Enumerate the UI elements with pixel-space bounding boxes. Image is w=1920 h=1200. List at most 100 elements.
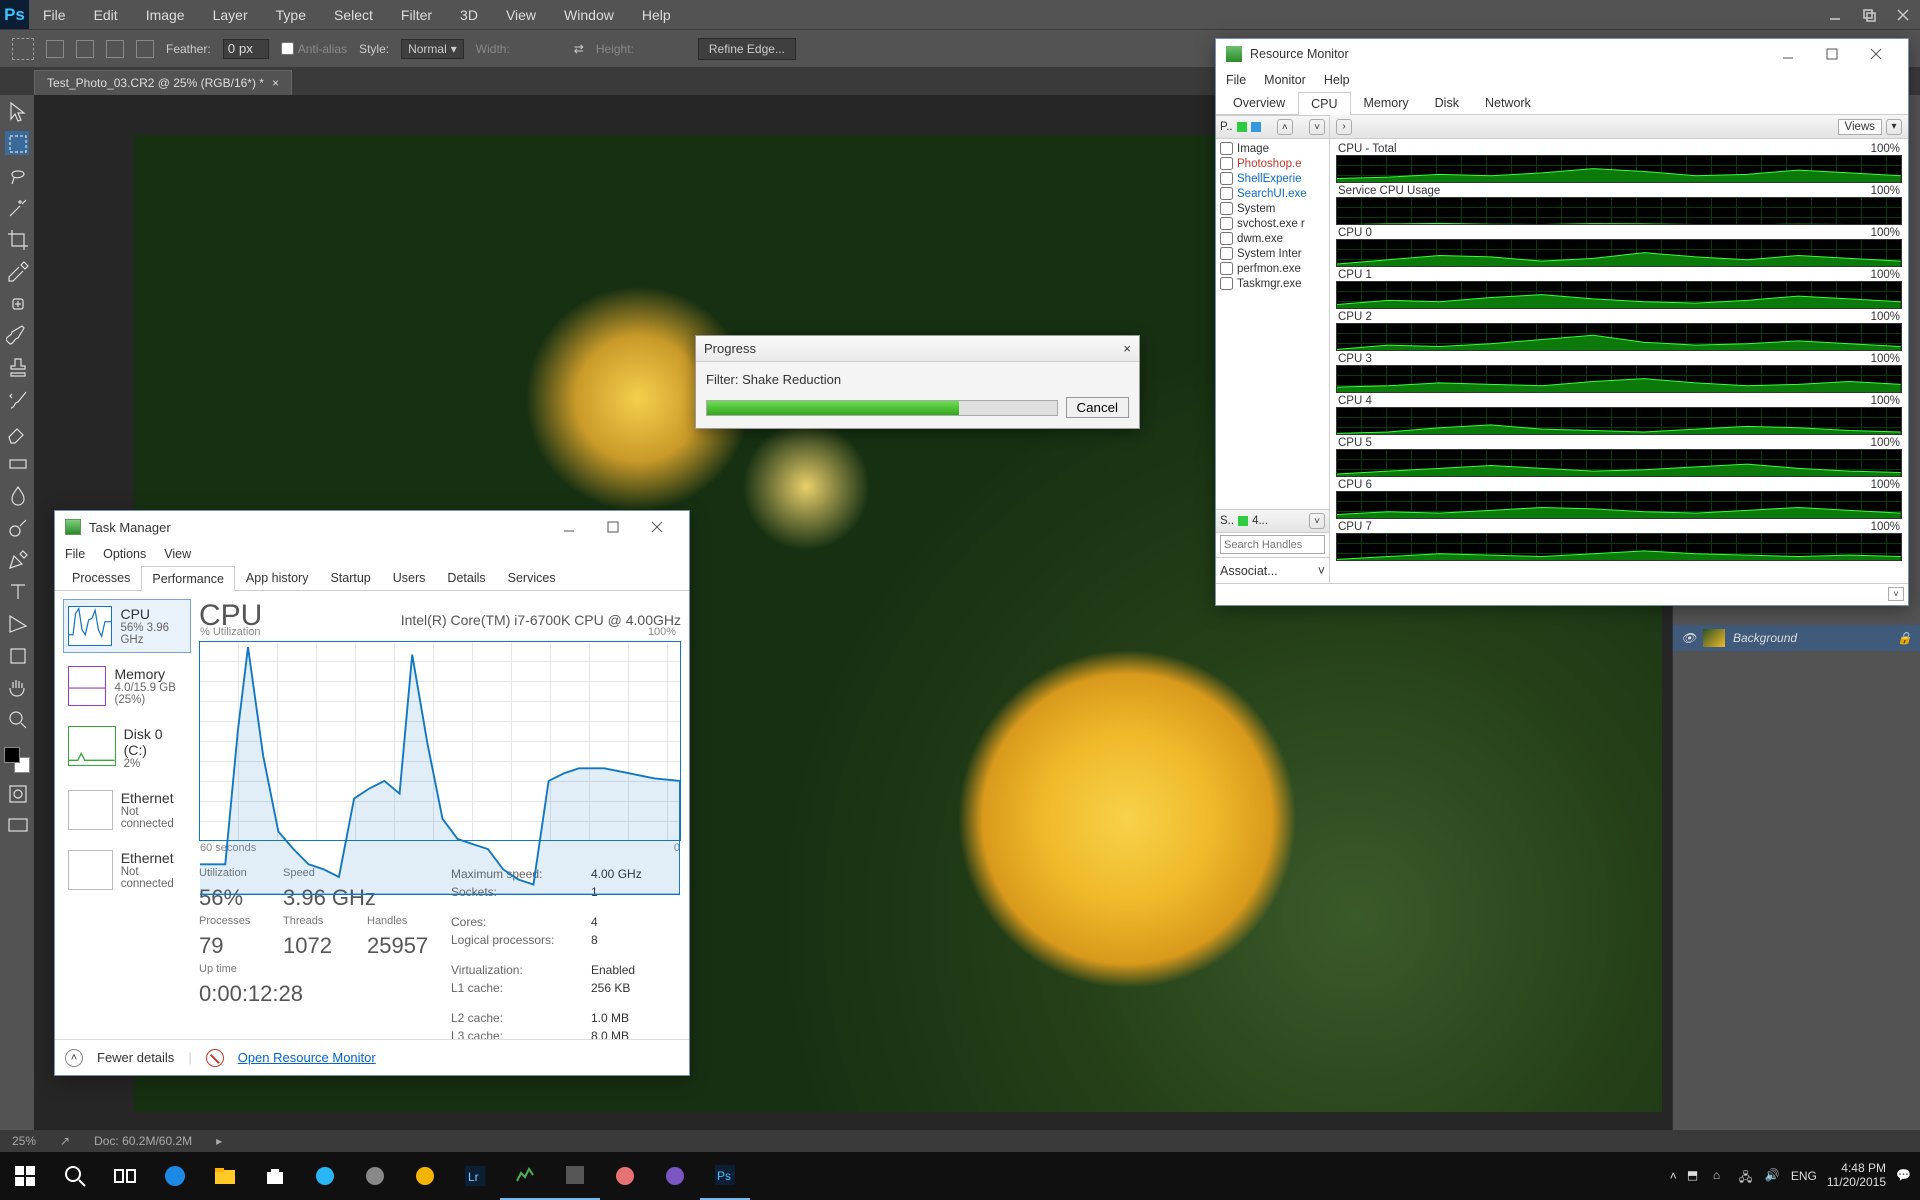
chevron-down-icon[interactable]: ˅ (1309, 119, 1325, 135)
tray-icon-2[interactable]: ⌂ (1713, 1168, 1729, 1184)
close-tab-icon[interactable]: × (272, 76, 279, 90)
ps-menu-type[interactable]: Type (262, 7, 320, 23)
tm-menu-options[interactable]: Options (103, 547, 146, 561)
selection-mode-subtract-icon[interactable] (106, 40, 124, 58)
rm-menu-help[interactable]: Help (1324, 73, 1350, 87)
tool-quickmask[interactable] (5, 781, 29, 805)
rm-processes-header[interactable]: P.. ˄ ˅ (1216, 115, 1329, 139)
rm-tab-network[interactable]: Network (1472, 91, 1544, 114)
ps-maximize-button[interactable] (1852, 0, 1886, 29)
tool-blur[interactable] (5, 483, 29, 507)
start-button[interactable] (0, 1152, 50, 1200)
status-flyout-icon[interactable]: ▸ (216, 1134, 222, 1148)
open-resource-monitor-link[interactable]: Open Resource Monitor (238, 1050, 376, 1065)
chevron-down-icon[interactable]: ˅ (1309, 513, 1325, 529)
ps-close-button[interactable] (1886, 0, 1920, 29)
tool-dodge[interactable] (5, 515, 29, 539)
rm-section-services[interactable]: S.. 4... ˅ (1216, 509, 1329, 533)
swap-dims-icon[interactable]: ⇄ (574, 42, 584, 56)
progress-close-icon[interactable]: × (1123, 341, 1131, 356)
tool-heal[interactable] (5, 291, 29, 315)
status-zoom[interactable]: 25% (12, 1134, 36, 1148)
tool-zoom[interactable] (5, 707, 29, 731)
fewer-details-link[interactable]: Fewer details (97, 1050, 174, 1065)
resource-monitor-taskbar-icon[interactable] (550, 1152, 600, 1200)
rm-close-button[interactable] (1854, 39, 1898, 69)
rm-process-checkbox[interactable] (1220, 247, 1233, 260)
rm-minimize-button[interactable] (1766, 39, 1810, 69)
rm-maximize-button[interactable] (1810, 39, 1854, 69)
chevron-up-icon[interactable]: ˄ (1277, 119, 1293, 135)
rm-process-checkbox[interactable] (1220, 202, 1233, 215)
tm-tab-apphistory[interactable]: App history (235, 565, 320, 590)
tray-volume-icon[interactable]: 🔊 (1765, 1168, 1781, 1184)
tm-menu-file[interactable]: File (65, 547, 85, 561)
rm-tab-disk[interactable]: Disk (1422, 91, 1472, 114)
selection-mode-add-icon[interactable] (76, 40, 94, 58)
rm-search-input[interactable] (1220, 535, 1325, 554)
tray-overflow-icon[interactable]: ˄ (1670, 1169, 1677, 1183)
rm-tab-overview[interactable]: Overview (1220, 91, 1298, 114)
ps-menu-layer[interactable]: Layer (199, 7, 262, 23)
tm-card-eth0[interactable]: EthernetNot connected (63, 783, 191, 837)
tool-type[interactable] (5, 579, 29, 603)
tool-eyedropper[interactable] (5, 259, 29, 283)
tool-marquee[interactable] (5, 131, 29, 155)
rm-process-checkbox[interactable] (1220, 262, 1233, 275)
rm-associated-header[interactable]: Associat... ˅ (1216, 557, 1329, 583)
tm-tab-details[interactable]: Details (436, 565, 496, 590)
search-button[interactable] (50, 1152, 100, 1200)
rm-process-row[interactable]: Image (1216, 141, 1329, 156)
file-explorer-icon[interactable] (200, 1152, 250, 1200)
tm-titlebar[interactable]: Task Manager (55, 511, 689, 543)
photoshop-taskbar-icon[interactable]: Ps (700, 1152, 750, 1200)
ie-icon[interactable] (300, 1152, 350, 1200)
rm-views-chevron-icon[interactable]: ▾ (1886, 119, 1902, 135)
selection-mode-intersect-icon[interactable] (136, 40, 154, 58)
ps-menu-filter[interactable]: Filter (387, 7, 446, 23)
tool-move[interactable] (5, 99, 29, 123)
marquee-tool-icon[interactable] (12, 38, 34, 60)
tm-close-button[interactable] (635, 511, 679, 543)
tool-history-brush[interactable] (5, 387, 29, 411)
tool-lasso[interactable] (5, 163, 29, 187)
tool-stamp[interactable] (5, 355, 29, 379)
selection-mode-new-icon[interactable] (46, 40, 64, 58)
tm-minimize-button[interactable] (547, 511, 591, 543)
chevron-down-icon[interactable]: ˅ (1888, 587, 1904, 601)
tray-clock[interactable]: 4:48 PM 11/20/2015 (1827, 1162, 1886, 1190)
rm-process-row[interactable]: ShellExperie (1216, 171, 1329, 186)
rm-process-row[interactable]: Taskmgr.exe (1216, 276, 1329, 291)
tool-gradient[interactable] (5, 451, 29, 475)
document-tab[interactable]: Test_Photo_03.CR2 @ 25% (RGB/16*) * × (34, 70, 292, 95)
tool-wand[interactable] (5, 195, 29, 219)
chevron-down-icon[interactable]: ˅ (1318, 564, 1325, 578)
ps-menu-3d[interactable]: 3D (446, 7, 492, 23)
antialias-checkbox[interactable] (281, 42, 294, 55)
rm-tab-cpu[interactable]: CPU (1298, 92, 1350, 115)
feather-input[interactable] (223, 39, 269, 59)
ps-menu-view[interactable]: View (492, 7, 550, 23)
rm-titlebar[interactable]: Resource Monitor (1216, 39, 1908, 69)
tm-card-memory[interactable]: Memory4.0/15.9 GB (25%) (63, 659, 191, 713)
refine-edge-button[interactable]: Refine Edge... (698, 38, 796, 60)
tool-shape[interactable] (5, 643, 29, 667)
rm-process-row[interactable]: System Inter (1216, 246, 1329, 261)
tool-crop[interactable] (5, 227, 29, 251)
status-export-icon[interactable]: ↗ (60, 1134, 70, 1148)
rm-menu-file[interactable]: File (1226, 73, 1246, 87)
rm-process-checkbox[interactable] (1220, 277, 1233, 290)
rm-process-row[interactable]: dwm.exe (1216, 231, 1329, 246)
rm-process-row[interactable]: Photoshop.e (1216, 156, 1329, 171)
rm-process-checkbox[interactable] (1220, 142, 1233, 155)
layer-visibility-icon[interactable]: 👁 (1681, 631, 1695, 645)
tool-screenmode[interactable] (5, 813, 29, 837)
rm-scrollbar[interactable]: ˅ (1216, 583, 1908, 603)
tm-card-eth1[interactable]: EthernetNot connected (63, 843, 191, 897)
rm-views-dropdown[interactable]: Views (1838, 119, 1882, 135)
rm-tab-memory[interactable]: Memory (1351, 91, 1422, 114)
ps-minimize-button[interactable] (1818, 0, 1852, 29)
lightroom-icon[interactable]: Lr (450, 1152, 500, 1200)
ps-menu-select[interactable]: Select (320, 7, 387, 23)
rm-process-row[interactable]: SearchUI.exe (1216, 186, 1329, 201)
